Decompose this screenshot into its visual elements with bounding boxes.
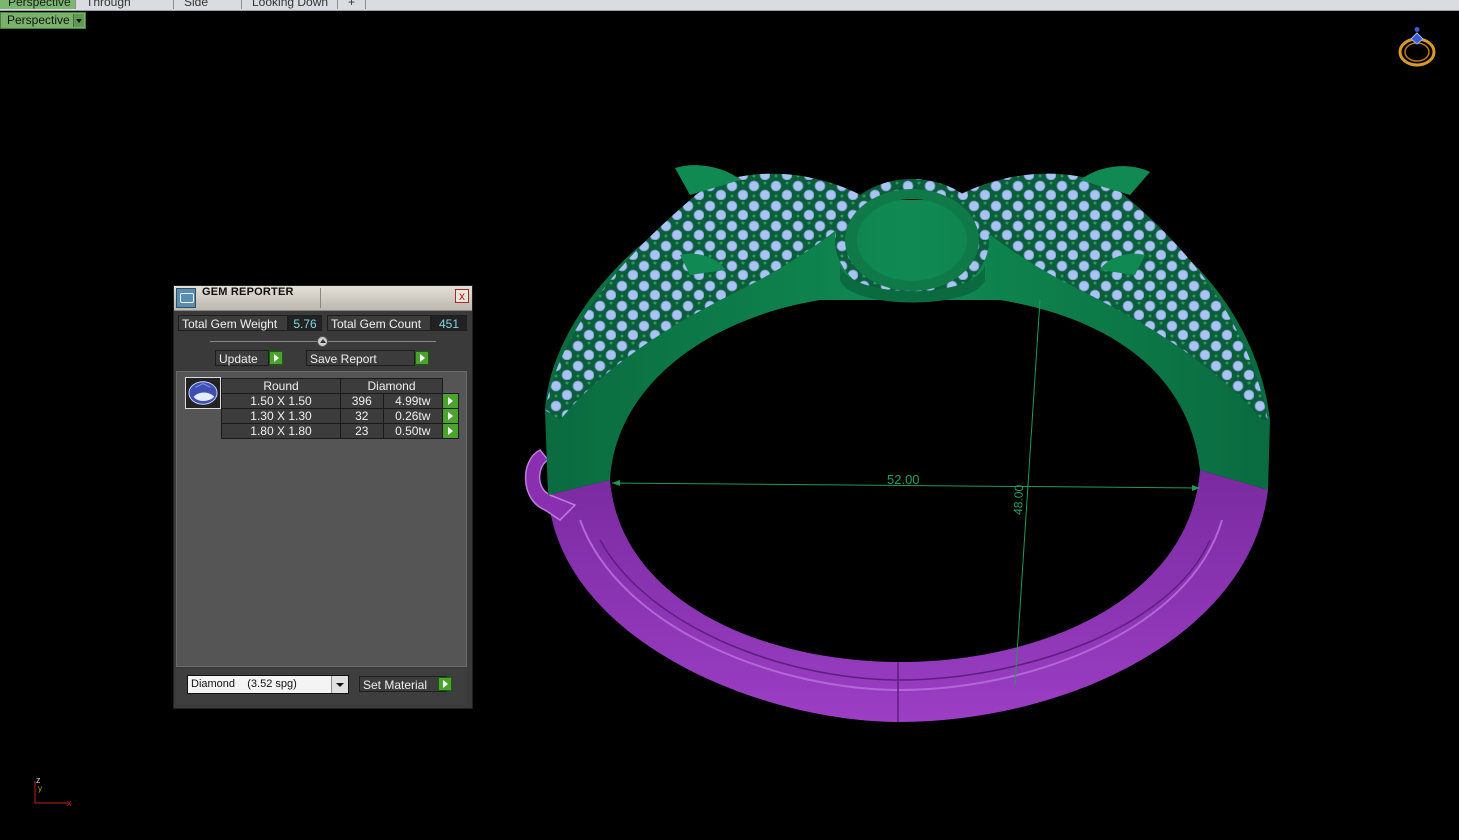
height-dimension-label: 48.00: [1011, 484, 1026, 515]
update-button[interactable]: Update: [215, 350, 269, 366]
titlebar-divider: [320, 288, 321, 308]
total-gem-weight-value: 5.76: [288, 315, 322, 331]
round-gem-icon[interactable]: [185, 377, 221, 409]
gem-count: 396: [340, 393, 384, 409]
width-dimension-label: 52.00: [887, 472, 920, 487]
row-go-icon[interactable]: [442, 408, 459, 424]
table-row[interactable]: 1.50 X 1.50 396 4.99tw: [221, 393, 459, 409]
row-go-icon[interactable]: [442, 393, 459, 409]
gem-reporter-icon: [176, 288, 196, 308]
row-go-icon[interactable]: [442, 423, 459, 439]
material-select[interactable]: Diamond (3.52 spg): [187, 675, 349, 694]
total-gem-count-value: 451: [431, 315, 467, 331]
save-report-button[interactable]: Save Report: [306, 350, 415, 366]
gem-reporter-title: GEM REPORTER: [202, 286, 294, 298]
table-row[interactable]: 1.80 X 1.80 23 0.50tw: [221, 423, 459, 439]
material-controls: Diamond (3.52 spg) Set Material: [176, 669, 467, 705]
gem-weight: 4.99tw: [382, 393, 443, 409]
set-material-go-icon[interactable]: [438, 677, 452, 691]
material-header: Diamond: [340, 378, 443, 394]
gem-size: 1.30 X 1.30: [221, 408, 341, 424]
ring-head: [545, 165, 1270, 495]
svg-text:y: y: [38, 784, 42, 793]
gem-reporter-panel: GEM REPORTER x Total Gem Weight 5.76 Tot…: [173, 285, 473, 709]
total-gem-weight-label: Total Gem Weight: [178, 315, 288, 331]
close-button[interactable]: x: [455, 289, 469, 303]
collapse-icon[interactable]: [317, 336, 328, 347]
gem-count: 23: [340, 423, 384, 439]
save-report-go-icon[interactable]: [415, 351, 429, 365]
gem-count: 32: [340, 408, 384, 424]
table-row[interactable]: 1.30 X 1.30 32 0.26tw: [221, 408, 459, 424]
material-select-value: Diamond (3.52 spg): [191, 678, 297, 690]
gem-weight: 0.26tw: [382, 408, 443, 424]
gem-table: Round Diamond 1.50 X 1.50 396 4.99tw 1.3…: [221, 378, 459, 439]
update-go-icon[interactable]: [269, 351, 283, 365]
set-material-button[interactable]: Set Material: [359, 676, 447, 692]
ring-shank: [548, 470, 1268, 722]
gem-size: 1.50 X 1.50: [221, 393, 341, 409]
svg-text:x: x: [67, 798, 72, 808]
gem-weight: 0.50tw: [382, 423, 443, 439]
gem-list: Round Diamond 1.50 X 1.50 396 4.99tw 1.3…: [176, 371, 467, 667]
axis-indicator: z y x: [34, 775, 72, 808]
shape-header: Round: [221, 378, 341, 394]
gem-size: 1.80 X 1.80: [221, 423, 341, 439]
chevron-down-icon[interactable]: [331, 676, 348, 693]
gem-reporter-titlebar[interactable]: GEM REPORTER x: [174, 286, 472, 311]
total-gem-count-label: Total Gem Count: [327, 315, 431, 331]
